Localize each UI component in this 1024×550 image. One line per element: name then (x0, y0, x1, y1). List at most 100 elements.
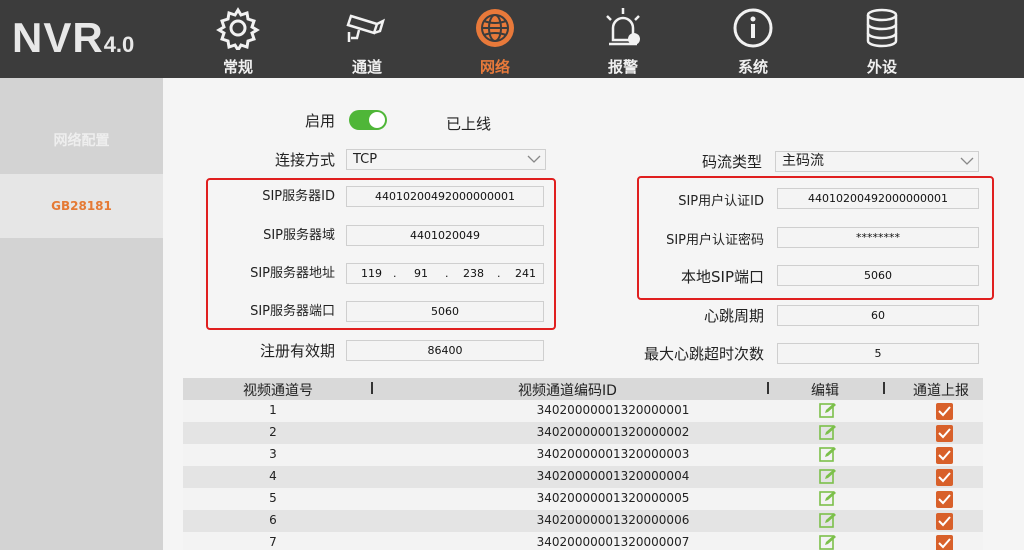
ip-dot: . (393, 267, 397, 280)
ip-octet-1[interactable]: 119 (361, 264, 382, 283)
nav-system-label: 系统 (737, 58, 768, 76)
sip-domain-input[interactable]: 4401020049 (346, 225, 544, 246)
checkmark-icon (938, 494, 951, 505)
sip-server-id-label: SIP服务器ID (262, 189, 335, 204)
heartbeat-period-label: 心跳周期 (703, 307, 764, 325)
report-checkbox[interactable] (936, 425, 953, 442)
report-checkbox[interactable] (936, 469, 953, 486)
sip-domain-label: SIP服务器域 (263, 228, 335, 243)
table-row[interactable]: 4 34020000001320000004 (183, 466, 983, 488)
checkmark-icon (938, 450, 951, 461)
table-row[interactable]: 3 34020000001320000003 (183, 444, 983, 466)
sidebar-item-gb28181[interactable]: GB28181 (0, 174, 163, 238)
sip-address-input[interactable]: 119 . 91 . 238 . 241 (346, 263, 544, 284)
table-row[interactable]: 5 34020000001320000005 (183, 488, 983, 510)
header-report: 通道上报 (913, 383, 969, 399)
report-checkbox[interactable] (936, 535, 953, 550)
channel-code-id: 34020000001320000001 (536, 403, 690, 417)
nav-system[interactable]: 系统 (713, 0, 793, 78)
edit-icon[interactable] (819, 512, 837, 529)
registration-validity-input[interactable]: 86400 (346, 340, 544, 361)
edit-icon[interactable] (819, 490, 837, 507)
top-navigation-bar: NVR4.0 常规 通道 网络 报警 系统 外设 (0, 0, 1024, 78)
channel-code-id: 34020000001320000005 (536, 491, 690, 505)
sip-user-password-input[interactable]: ******** (777, 227, 979, 248)
sip-user-password-label: SIP用户认证密码 (666, 233, 764, 248)
table-row[interactable]: 2 34020000001320000002 (183, 422, 983, 444)
local-sip-port-input[interactable]: 5060 (777, 265, 979, 286)
sip-user-id-label: SIP用户认证ID (678, 194, 764, 209)
edit-icon[interactable] (819, 424, 837, 441)
report-checkbox[interactable] (936, 403, 953, 420)
toggle-knob (369, 112, 385, 128)
ip-dot: . (445, 267, 449, 280)
info-icon (733, 8, 773, 48)
max-heartbeat-timeout-label: 最大心跳超时次数 (643, 345, 764, 363)
database-icon (866, 8, 898, 48)
nav-network-label: 网络 (479, 58, 510, 76)
channel-code-id: 34020000001320000004 (536, 469, 690, 483)
sip-port-input[interactable]: 5060 (346, 301, 544, 322)
nav-channel[interactable]: 通道 (327, 0, 407, 78)
checkmark-icon (938, 472, 951, 483)
ip-octet-3[interactable]: 238 (463, 264, 484, 283)
channel-number: 6 (269, 513, 277, 527)
sip-address-label: SIP服务器地址 (250, 266, 335, 281)
logo-main: NVR (12, 14, 104, 61)
ip-octet-4[interactable]: 241 (515, 264, 536, 283)
local-sip-port-label: 本地SIP端口 (681, 268, 764, 286)
ip-octet-2[interactable]: 91 (414, 264, 428, 283)
stream-type-label: 码流类型 (701, 153, 762, 171)
edit-icon[interactable] (819, 468, 837, 485)
checkmark-icon (938, 516, 951, 527)
channel-number: 3 (269, 447, 277, 461)
nav-alarm[interactable]: 报警 (583, 0, 663, 78)
connection-type-label: 连接方式 (274, 151, 335, 169)
checkmark-icon (938, 428, 951, 439)
channel-table: 视频通道号 视频通道编码ID 编辑 通道上报 1 3402000000132000… (183, 378, 983, 550)
channel-code-id: 34020000001320000003 (536, 447, 690, 461)
report-checkbox[interactable] (936, 447, 953, 464)
column-divider (883, 382, 885, 394)
edit-icon[interactable] (819, 534, 837, 550)
nav-peripheral[interactable]: 外设 (842, 0, 922, 78)
nav-general-label: 常规 (222, 58, 253, 76)
header-edit: 编辑 (811, 383, 839, 399)
enable-toggle[interactable] (349, 110, 387, 130)
edit-icon[interactable] (819, 402, 837, 419)
channel-code-id: 34020000001320000002 (536, 425, 690, 439)
channel-code-id: 34020000001320000007 (536, 535, 690, 549)
max-heartbeat-timeout-input[interactable]: 5 (777, 343, 979, 364)
logo: NVR4.0 (12, 14, 134, 62)
globe-icon (476, 9, 514, 47)
report-checkbox[interactable] (936, 491, 953, 508)
channel-number: 4 (269, 469, 277, 483)
alarm-icon (606, 8, 640, 46)
table-row[interactable]: 1 34020000001320000001 (183, 400, 983, 422)
nav-channel-label: 通道 (351, 58, 382, 76)
chevron-down-icon (960, 157, 974, 165)
channel-number: 2 (269, 425, 277, 439)
column-divider (371, 382, 373, 394)
sidebar: 网络配置 GB28181 (0, 78, 163, 550)
stream-type-select[interactable]: 主码流 (775, 151, 979, 172)
channel-number: 7 (269, 535, 277, 549)
channel-code-id: 34020000001320000006 (536, 513, 690, 527)
table-row[interactable]: 6 34020000001320000006 (183, 510, 983, 532)
edit-icon[interactable] (819, 446, 837, 463)
table-row[interactable]: 7 34020000001320000007 (183, 532, 983, 550)
checkmark-icon (938, 538, 951, 549)
sidebar-item-network-config[interactable]: 网络配置 (0, 130, 163, 150)
channel-number: 5 (269, 491, 277, 505)
sip-server-id-input[interactable]: 44010200492000000001 (346, 186, 544, 207)
nav-general[interactable]: 常规 (198, 0, 278, 78)
sip-user-id-input[interactable]: 44010200492000000001 (777, 188, 979, 209)
report-checkbox[interactable] (936, 513, 953, 530)
connection-type-value: TCP (353, 152, 378, 167)
channel-number: 1 (269, 403, 277, 417)
connection-type-select[interactable]: TCP (346, 149, 546, 170)
camera-icon (346, 14, 386, 42)
heartbeat-period-input[interactable]: 60 (777, 305, 979, 326)
registration-validity-label: 注册有效期 (259, 342, 335, 360)
nav-network[interactable]: 网络 (455, 0, 535, 78)
